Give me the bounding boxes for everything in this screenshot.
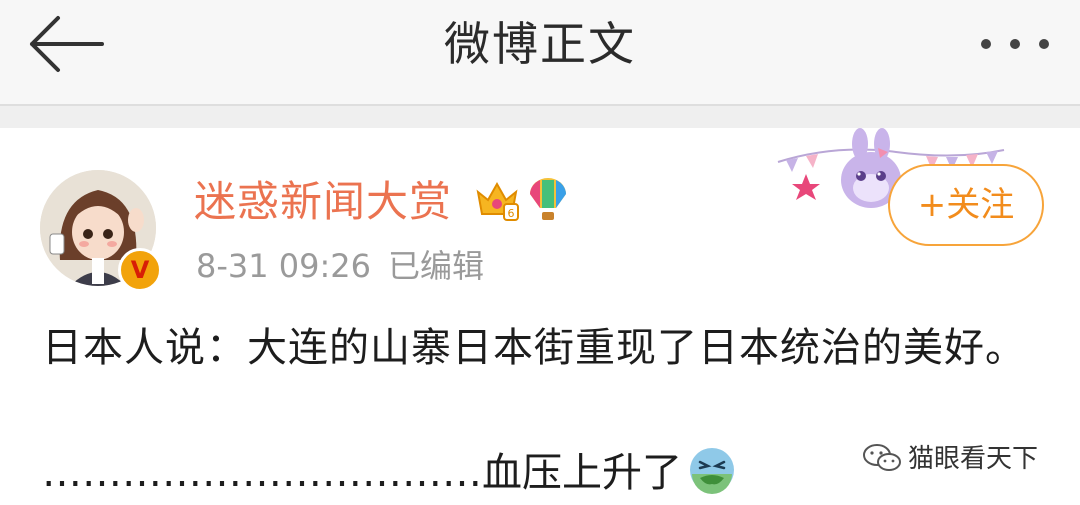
hot-air-balloon-icon bbox=[530, 178, 566, 220]
top-bar: 微博正文 bbox=[0, 0, 1080, 106]
post-body-line: ……………………………血压上升了 bbox=[42, 446, 736, 498]
follow-button[interactable]: +关注 bbox=[888, 164, 1044, 246]
post-body-text: 日本人说：大连的山寨日本街重现了日本统治的美好。 bbox=[42, 325, 1026, 371]
svg-text:6: 6 bbox=[508, 207, 515, 220]
more-dots-icon[interactable] bbox=[978, 30, 1052, 58]
page-title: 微博正文 bbox=[444, 17, 636, 71]
author-name[interactable]: 迷惑新闻大赏 bbox=[194, 174, 452, 230]
crown-member-icon: 6 bbox=[476, 181, 519, 221]
wechat-icon bbox=[863, 444, 901, 471]
verified-badge: V bbox=[118, 248, 162, 292]
wechat-watermark: 猫眼看天下 bbox=[862, 440, 1038, 478]
nauseated-face-emoji-icon bbox=[690, 448, 734, 494]
post-timestamp: 8-31 09:26 bbox=[196, 247, 372, 285]
post-body-line-text: ……………………………血压上升了 bbox=[42, 450, 682, 496]
edited-label[interactable]: 已编辑 bbox=[388, 244, 484, 288]
watermark-text: 猫眼看天下 bbox=[908, 444, 1039, 474]
